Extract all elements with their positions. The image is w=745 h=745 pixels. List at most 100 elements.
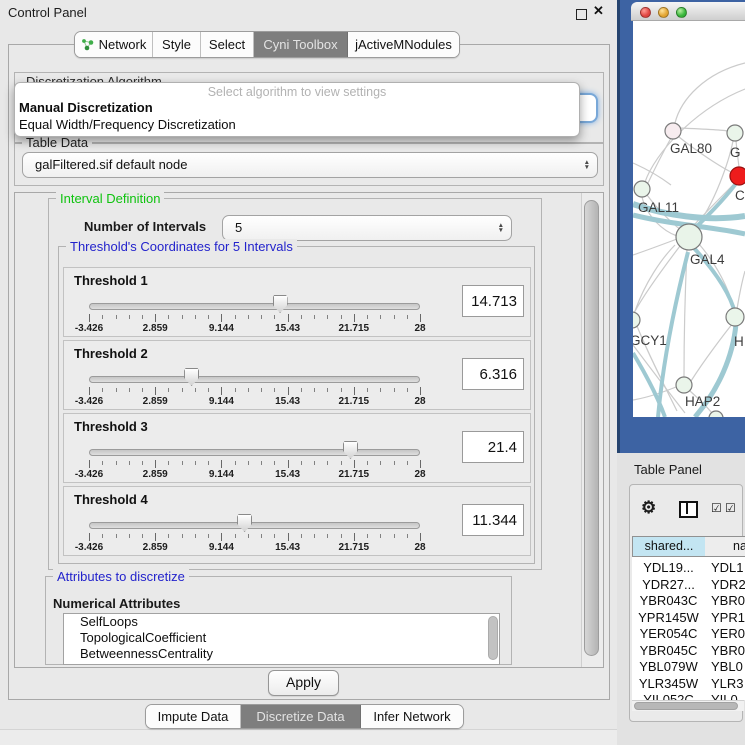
slider-thumb[interactable] (273, 295, 288, 313)
network-node-c[interactable] (730, 167, 745, 185)
minimize-traffic-light-icon[interactable] (658, 7, 669, 18)
attribute-item-betweennesscentrality[interactable]: BetweennessCentrality (64, 646, 499, 662)
table-row[interactable]: YBR045C YBR0 (632, 643, 745, 660)
column-header-name[interactable]: na (705, 536, 745, 557)
network-edge (737, 271, 745, 309)
network-node-gcy1[interactable] (633, 312, 640, 328)
threshold-value-input[interactable] (462, 285, 524, 317)
gear-icon[interactable]: ⚙ (641, 498, 656, 518)
control-panel-tab-strip: Network Style Select Cyni ToolboxjActiveMNo… (74, 31, 460, 58)
tick (116, 388, 117, 392)
cell-name: YBR0 (711, 643, 745, 658)
table-row[interactable]: YBR043CYBR0 (632, 593, 745, 610)
checkbox-icon[interactable]: ☑ (711, 501, 722, 515)
tab-style[interactable]: Style (153, 32, 201, 57)
tick (407, 461, 408, 465)
tick (367, 534, 368, 538)
network-node-gal80[interactable] (665, 123, 681, 139)
slider-track[interactable] (89, 449, 420, 456)
number-of-intervals-select[interactable]: 5 ▲▼ (222, 215, 512, 241)
float-window-icon[interactable] (576, 9, 587, 20)
column-header-shared[interactable]: shared... (632, 536, 706, 557)
cell-shared-name: YBR045C (632, 643, 705, 658)
network-edge (648, 138, 671, 183)
close-icon[interactable]: ✕ (593, 3, 604, 19)
table-row[interactable]: YER054CYER0 (632, 626, 745, 643)
scale-label: 2.859 (143, 323, 168, 334)
cell-name: YPR1 (711, 610, 745, 625)
tab-network[interactable]: Network (75, 32, 153, 57)
network-node-gal11[interactable] (634, 181, 650, 197)
table-row[interactable]: YPR145WYPR1 (632, 610, 745, 627)
tab-infer-network[interactable]: Infer Network (361, 705, 463, 728)
scale-label: 21.715 (339, 323, 370, 334)
apply-button[interactable]: Apply (268, 670, 339, 696)
table-body[interactable]: YDL19...YDL1YDR27...YDR2YBR043CYBR0YPR14… (632, 557, 745, 700)
horizontal-scrollbar-thumb[interactable] (634, 702, 738, 710)
network-node-gal4[interactable] (676, 224, 702, 250)
tick-major (288, 387, 289, 395)
tick (380, 388, 381, 392)
threshold-panel-3: Threshold 3 -3.4262.8599.14415.4321.7152… (63, 413, 531, 483)
slider-thumb[interactable] (237, 514, 252, 532)
tick (142, 315, 143, 319)
network-node-hap2[interactable] (676, 377, 692, 393)
tick-major (89, 314, 90, 322)
tab-cyni-toolbox[interactable]: Cyni Toolbox (254, 32, 348, 57)
network-node-h[interactable] (726, 308, 744, 326)
threshold-panel-2: Threshold 2 -3.4262.8599.14415.4321.7152… (63, 340, 531, 410)
tick (394, 315, 395, 319)
slider-ticks (89, 387, 420, 396)
tab-discretize-data[interactable]: Discretize Data (241, 705, 361, 728)
tick (261, 388, 262, 392)
slider-track[interactable] (89, 376, 420, 383)
tick-major (89, 387, 90, 395)
table-row[interactable]: YIL052CYIL0 (632, 692, 745, 700)
threshold-value-input[interactable] (462, 504, 524, 536)
scale-label: 21.715 (339, 469, 370, 480)
tab-impute-data[interactable]: Impute Data (146, 705, 241, 728)
attribute-item-selfloops[interactable]: SelfLoops (64, 614, 499, 630)
zoom-traffic-light-icon[interactable] (676, 7, 687, 18)
slider-thumb[interactable] (343, 441, 358, 459)
table-row[interactable]: YLR345WYLR3 (632, 676, 745, 693)
tick-major (354, 314, 355, 322)
popup-option-equal-width-frequency-discretization[interactable]: Equal Width/Frequency Discretization (15, 116, 579, 133)
cell-shared-name: YDR27... (632, 577, 705, 592)
tick (248, 388, 249, 392)
table-row[interactable]: YDR27...YDR2 (632, 577, 745, 594)
checkbox-icon[interactable]: ☑ (725, 501, 736, 515)
close-traffic-light-icon[interactable] (640, 7, 651, 18)
tick (129, 388, 130, 392)
scale-label: 28 (414, 396, 425, 407)
tab-select[interactable]: Select (201, 32, 254, 57)
list-scrollbar-thumb[interactable] (488, 616, 498, 660)
tick (129, 461, 130, 465)
threshold-value-input[interactable] (462, 431, 524, 463)
network-window-titlebar[interactable] (631, 2, 745, 21)
tick (116, 534, 117, 538)
slider-track[interactable] (89, 303, 420, 310)
split-columns-icon[interactable] (679, 501, 698, 518)
tick (341, 388, 342, 392)
slider-track[interactable] (89, 522, 420, 529)
scale-label: 9.144 (209, 542, 234, 553)
table-data-select[interactable]: galFiltered.sif default node ▲▼ (22, 152, 598, 178)
tick-major (354, 533, 355, 541)
tick (208, 534, 209, 538)
threshold-value-input[interactable] (462, 358, 524, 390)
network-canvas[interactable]: GAL80GCGAL11GAL4GCY1HHAP2 (633, 21, 745, 417)
table-row[interactable]: YBL079WYBL0 (632, 659, 745, 676)
scale-label: 9.144 (209, 396, 234, 407)
slider-thumb[interactable] (184, 368, 199, 386)
table-row[interactable]: YDL19...YDL1 (632, 560, 745, 577)
vertical-scrollbar-thumb[interactable] (584, 200, 599, 656)
numerical-attributes-list[interactable]: SelfLoopsTopologicalCoefficientBetweenne… (63, 613, 500, 665)
tab-label: Select (209, 37, 245, 52)
tab-jactivemnodules[interactable]: jActiveMNodules (348, 32, 459, 57)
network-node-g[interactable] (727, 125, 743, 141)
popup-option-manual-discretization[interactable]: Manual Discretization (15, 99, 579, 116)
tick (182, 315, 183, 319)
tab-label: Network (99, 37, 147, 52)
attribute-item-topologicalcoefficient[interactable]: TopologicalCoefficient (64, 630, 499, 646)
